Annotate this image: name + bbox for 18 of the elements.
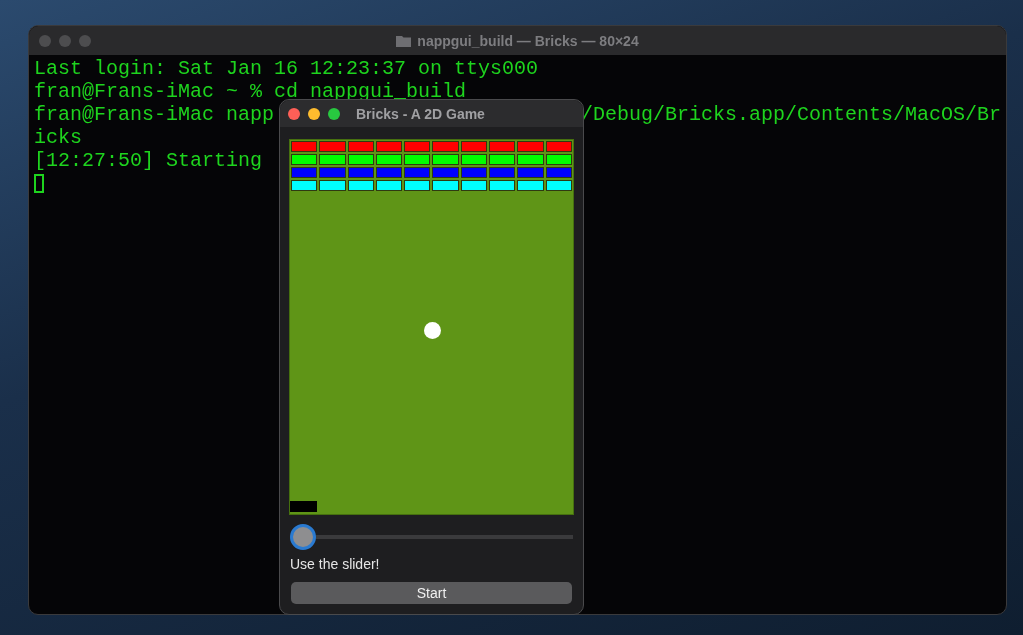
window-title: Bricks - A 2D Game	[356, 105, 485, 122]
terminal-line: fran@Frans-iMac napp	[34, 106, 275, 123]
terminal-line: fran@Frans-iMac ~ % cd nappgui_build	[34, 83, 467, 100]
window-control-icon[interactable]	[328, 107, 340, 120]
window-control-icon[interactable]	[308, 107, 320, 120]
ball	[424, 322, 441, 339]
slider-thumb[interactable]	[290, 524, 316, 550]
terminal-line: /Debug/Bricks.app/Contents/MacOS/Br	[580, 106, 1001, 123]
slider-label: Use the slider!	[290, 556, 381, 572]
window-title: nappgui_build — Bricks — 80×24	[417, 32, 639, 49]
terminal-line: [12:27:50] Starting	[34, 152, 263, 169]
window-control-icon[interactable]	[288, 107, 300, 120]
text-cursor	[34, 174, 44, 193]
folder-icon	[396, 34, 412, 47]
paddle	[290, 501, 317, 512]
terminal-line: icks	[34, 129, 82, 146]
terminal-line: Last login: Sat Jan 16 12:23:37 on ttys000	[34, 60, 539, 77]
start-button[interactable]: Start	[291, 582, 572, 604]
